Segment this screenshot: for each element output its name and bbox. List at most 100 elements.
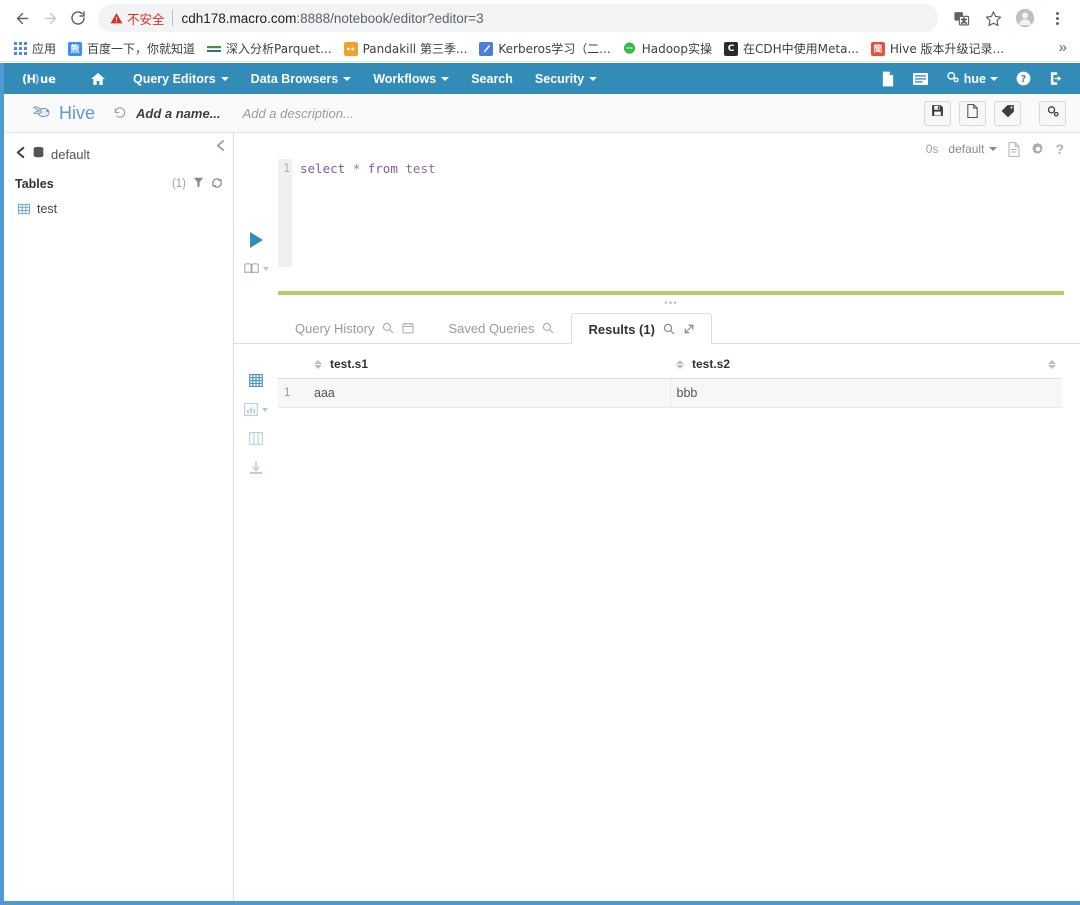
- menu-search[interactable]: Search: [460, 72, 524, 86]
- chart-view-icon[interactable]: [244, 403, 268, 416]
- assist-panel: default Tables (1) test: [4, 133, 234, 901]
- execution-time: 0s: [925, 142, 939, 156]
- profile-avatar-icon[interactable]: [1010, 3, 1040, 33]
- sql-editor[interactable]: 1 select * from test: [278, 159, 1080, 275]
- svg-text:): ): [35, 72, 40, 86]
- column-header-s1[interactable]: test.s1: [308, 352, 670, 379]
- question-mark-icon[interactable]: ?: [1055, 141, 1064, 157]
- database-selector[interactable]: default: [948, 142, 998, 156]
- results-table-body: 1 aaa bbb: [278, 378, 1062, 408]
- play-run-icon[interactable]: [249, 232, 263, 248]
- revert-history-icon[interactable]: [113, 106, 127, 120]
- bookmark-cdh-meta[interactable]: C 在CDH中使用Meta...: [718, 38, 865, 60]
- tab-query-history[interactable]: Query History: [278, 312, 431, 343]
- tab-results[interactable]: Results (1): [571, 313, 712, 344]
- assist-database-breadcrumb[interactable]: default: [4, 143, 233, 165]
- menu-workflows[interactable]: Workflows: [362, 72, 460, 86]
- user-menu[interactable]: hue: [938, 70, 1006, 87]
- assist-tables-controls: (1): [172, 177, 223, 192]
- jobs-list-icon[interactable]: [905, 72, 936, 86]
- sort-toggle-icon[interactable]: [1048, 360, 1056, 370]
- bookmark-kerberos[interactable]: Kerberos学习（二...: [473, 38, 616, 60]
- download-icon[interactable]: [249, 461, 263, 475]
- explain-book-icon[interactable]: [243, 262, 269, 275]
- hue-page: ( H ) ue Query Editors Data Browsers Wor…: [0, 63, 1080, 905]
- home-icon[interactable]: [90, 71, 106, 87]
- gear-icon[interactable]: [1031, 142, 1045, 156]
- translate-icon[interactable]: 文: [946, 3, 976, 33]
- columns-view-icon[interactable]: [249, 432, 263, 445]
- tab-label: Results (1): [588, 321, 655, 337]
- editor-code-area[interactable]: select * from test: [292, 159, 1080, 275]
- menu-label: Workflows: [373, 71, 437, 86]
- bookmark-baidu[interactable]: 熊 百度一下，你就知道: [62, 38, 201, 60]
- new-query-button[interactable]: [959, 100, 986, 126]
- tab-saved-queries[interactable]: Saved Queries: [431, 312, 571, 343]
- results-table-container: test.s1 test.s2 1 aaa bbb: [278, 352, 1080, 475]
- logout-icon[interactable]: [1041, 71, 1072, 86]
- bookmarks-overflow-button[interactable]: »: [1054, 39, 1072, 56]
- article-icon: [207, 42, 222, 56]
- back-button[interactable]: [8, 4, 36, 32]
- documents-icon[interactable]: [873, 71, 903, 87]
- tag-button[interactable]: [994, 100, 1021, 126]
- search-icon[interactable]: [382, 322, 394, 334]
- bookmark-label: 深入分析Parquet...: [226, 42, 332, 56]
- search-icon[interactable]: [542, 322, 554, 334]
- apps-grid-icon: [13, 42, 27, 56]
- chevron-left-icon[interactable]: [15, 146, 26, 162]
- user-label: hue: [963, 71, 986, 86]
- expand-icon[interactable]: [683, 323, 695, 335]
- grid-view-icon[interactable]: [249, 374, 263, 387]
- browser-toolbar: 不安全 cdh178.macro.com:8888/notebook/edito…: [0, 0, 1080, 36]
- row-number-header: [278, 352, 308, 379]
- help-circle-icon[interactable]: ?: [1008, 71, 1039, 86]
- query-doc-icon[interactable]: [1007, 141, 1021, 157]
- forward-button[interactable]: [36, 4, 64, 32]
- menu-security[interactable]: Security: [524, 72, 608, 86]
- assist-table-test[interactable]: test: [4, 197, 233, 220]
- bookmark-parquet[interactable]: 深入分析Parquet...: [201, 38, 338, 60]
- calendar-icon[interactable]: [402, 322, 415, 334]
- column-header-s2[interactable]: test.s2: [670, 352, 1032, 379]
- kebab-menu-icon[interactable]: [1042, 3, 1072, 33]
- bookmark-apps[interactable]: 应用: [7, 38, 62, 60]
- hue-logo[interactable]: ( H ) ue: [22, 70, 68, 88]
- results-table: test.s1 test.s2 1 aaa bbb: [278, 352, 1062, 408]
- cell-s1[interactable]: aaa: [308, 378, 671, 408]
- query-description-input[interactable]: Add a description...: [243, 106, 354, 121]
- assist-tables-header: Tables (1): [4, 171, 233, 197]
- address-bar[interactable]: 不安全 cdh178.macro.com:8888/notebook/edito…: [98, 4, 938, 32]
- table-row[interactable]: 1 aaa bbb: [278, 378, 1062, 408]
- bookmark-pandakill[interactable]: Pandakill 第三季...: [338, 38, 474, 60]
- column-header-label: test.s1: [330, 357, 369, 371]
- resize-drag-handle[interactable]: •••: [278, 298, 1064, 309]
- search-icon[interactable]: [663, 323, 675, 335]
- cell-s2[interactable]: bbb: [670, 378, 1062, 408]
- star-icon[interactable]: [978, 3, 1008, 33]
- menu-query-editors[interactable]: Query Editors: [122, 72, 240, 86]
- results-area: test.s1 test.s2 1 aaa bbb: [234, 344, 1080, 475]
- assist-collapse-toggle[interactable]: [215, 139, 226, 155]
- refresh-icon[interactable]: [211, 177, 223, 192]
- sort-toggle-icon[interactable]: [314, 360, 322, 370]
- settings-button[interactable]: [1039, 100, 1066, 126]
- chevron-down-icon: [220, 76, 229, 81]
- query-name-input[interactable]: Add a name...: [136, 106, 221, 121]
- editor-status-bar: 0s default ?: [926, 141, 1064, 157]
- sort-toggle-icon[interactable]: [676, 360, 684, 370]
- menu-data-browsers[interactable]: Data Browsers: [240, 72, 363, 86]
- column-header-end[interactable]: [1032, 352, 1062, 379]
- funnel-filter-icon[interactable]: [193, 177, 204, 191]
- bookmark-hadoop[interactable]: Hadoop实操: [617, 38, 718, 60]
- editor-action-gutter: [234, 159, 278, 275]
- bookmarks-bar: 应用 熊 百度一下，你就知道 深入分析Parquet... Pandakill …: [0, 36, 1080, 62]
- row-number: 1: [278, 378, 308, 408]
- hue-navbar-right: hue ?: [873, 70, 1072, 87]
- reload-button[interactable]: [64, 4, 92, 32]
- main-content: default Tables (1) test 0s default ? 1 s…: [4, 133, 1080, 901]
- save-button[interactable]: [924, 100, 951, 126]
- bookmark-label: Pandakill 第三季...: [362, 42, 468, 56]
- bookmark-label: Hadoop实操: [641, 42, 712, 56]
- bookmark-hive-upgrade[interactable]: 简 Hive 版本升级记录...: [865, 38, 1010, 60]
